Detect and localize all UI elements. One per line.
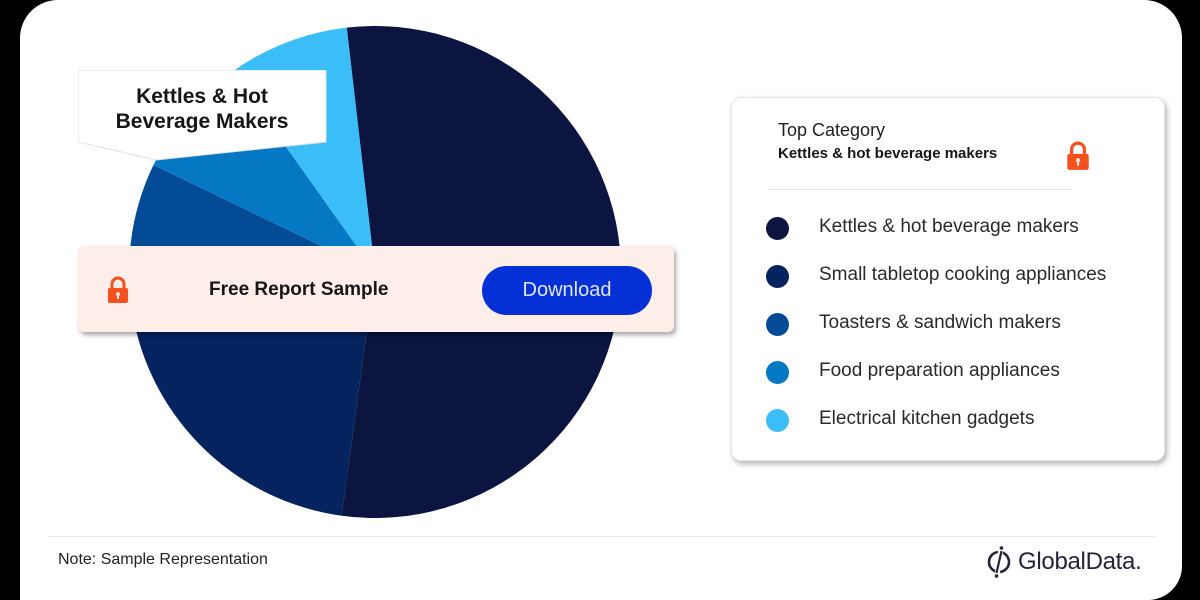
free-report-banner: Free Report Sample Download: [78, 246, 674, 332]
legend-swatch-icon: [766, 217, 789, 240]
legend-panel: Top Category Kettles & hot beverage make…: [731, 97, 1165, 461]
legend-divider: [768, 189, 1072, 190]
legend-swatch-icon: [766, 265, 789, 288]
pie-callout: Kettles & Hot Beverage Makers: [78, 70, 327, 161]
lock-icon: [106, 276, 130, 309]
download-button[interactable]: Download: [482, 266, 652, 315]
footnote: Note: Sample Representation: [58, 551, 268, 568]
top-category-title: Top Category: [778, 120, 886, 140]
top-category-value: Kettles & hot beverage makers: [778, 145, 998, 162]
brand-logo: GlobalData.: [985, 545, 1142, 578]
globaldata-logo-icon: [987, 546, 1011, 578]
legend-swatch-icon: [766, 409, 789, 432]
legend-label: Food preparation appliances: [819, 360, 1060, 381]
legend-swatch-icon: [766, 361, 789, 384]
footer-divider: [48, 536, 1156, 537]
banner-label: Free Report Sample: [209, 279, 389, 300]
legend-label: Toasters & sandwich makers: [819, 312, 1061, 333]
legend-swatch-icon: [766, 313, 789, 336]
lock-icon: [1065, 141, 1091, 176]
callout-label: Kettles & Hot Beverage Makers: [78, 84, 326, 134]
legend-label: Small tabletop cooking appliances: [819, 264, 1107, 285]
legend-label: Electrical kitchen gadgets: [819, 408, 1035, 429]
legend-label: Kettles & hot beverage makers: [819, 216, 1079, 237]
brand-name: GlobalData.: [1018, 548, 1142, 575]
callout-line-2: Beverage Makers: [115, 110, 289, 133]
callout-line-1: Kettles & Hot: [136, 85, 268, 108]
